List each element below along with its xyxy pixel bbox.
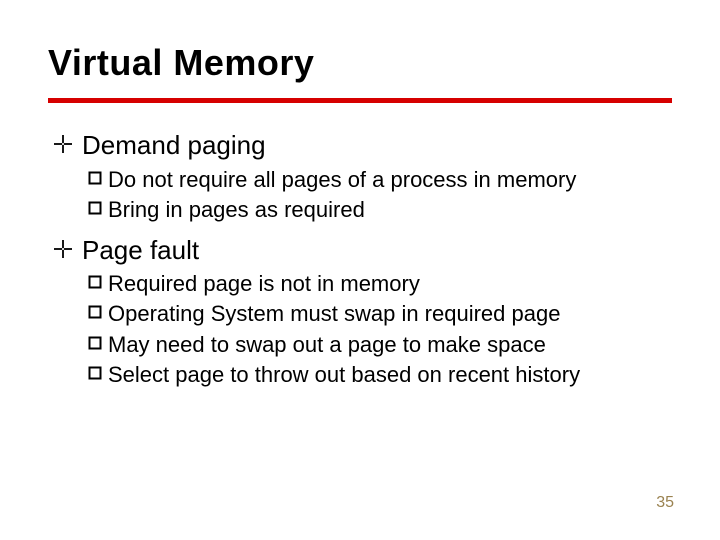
square-outline-bullet-icon xyxy=(88,305,102,319)
sub-bullet-text: Select page to throw out based on recent… xyxy=(108,361,580,389)
bullet-level2: Required page is not in memory xyxy=(88,270,672,298)
bullet-level2: Operating System must swap in required p… xyxy=(88,300,672,328)
square-outline-bullet-icon xyxy=(88,201,102,215)
windmill-bullet-icon xyxy=(54,135,72,153)
sub-bullet-text: May need to swap out a page to make spac… xyxy=(108,331,546,359)
square-outline-bullet-icon xyxy=(88,171,102,185)
sub-bullet-text: Bring in pages as required xyxy=(108,196,365,224)
square-outline-bullet-icon xyxy=(88,366,102,380)
page-number: 35 xyxy=(656,494,674,512)
bullet-level2: Do not require all pages of a process in… xyxy=(88,166,672,194)
sub-bullets: Do not require all pages of a process in… xyxy=(54,166,672,224)
sub-bullet-text: Operating System must swap in required p… xyxy=(108,300,560,328)
sub-bullets: Required page is not in memory Operating… xyxy=(54,270,672,389)
bullet-level1: Page fault xyxy=(54,234,672,267)
content-area: Demand paging Do not require all pages o… xyxy=(48,129,672,389)
square-outline-bullet-icon xyxy=(88,275,102,289)
windmill-bullet-icon xyxy=(54,240,72,258)
square-outline-bullet-icon xyxy=(88,336,102,350)
slide: Virtual Memory Demand paging Do not requ… xyxy=(0,0,720,540)
bullet-level1: Demand paging xyxy=(54,129,672,162)
bullet-text: Demand paging xyxy=(82,129,266,162)
title-underline xyxy=(48,98,672,103)
sub-bullet-text: Do not require all pages of a process in… xyxy=(108,166,576,194)
bullet-text: Page fault xyxy=(82,234,199,267)
bullet-level2: Bring in pages as required xyxy=(88,196,672,224)
sub-bullet-text: Required page is not in memory xyxy=(108,270,420,298)
bullet-level2: Select page to throw out based on recent… xyxy=(88,361,672,389)
bullet-level2: May need to swap out a page to make spac… xyxy=(88,331,672,359)
slide-title: Virtual Memory xyxy=(48,42,672,84)
